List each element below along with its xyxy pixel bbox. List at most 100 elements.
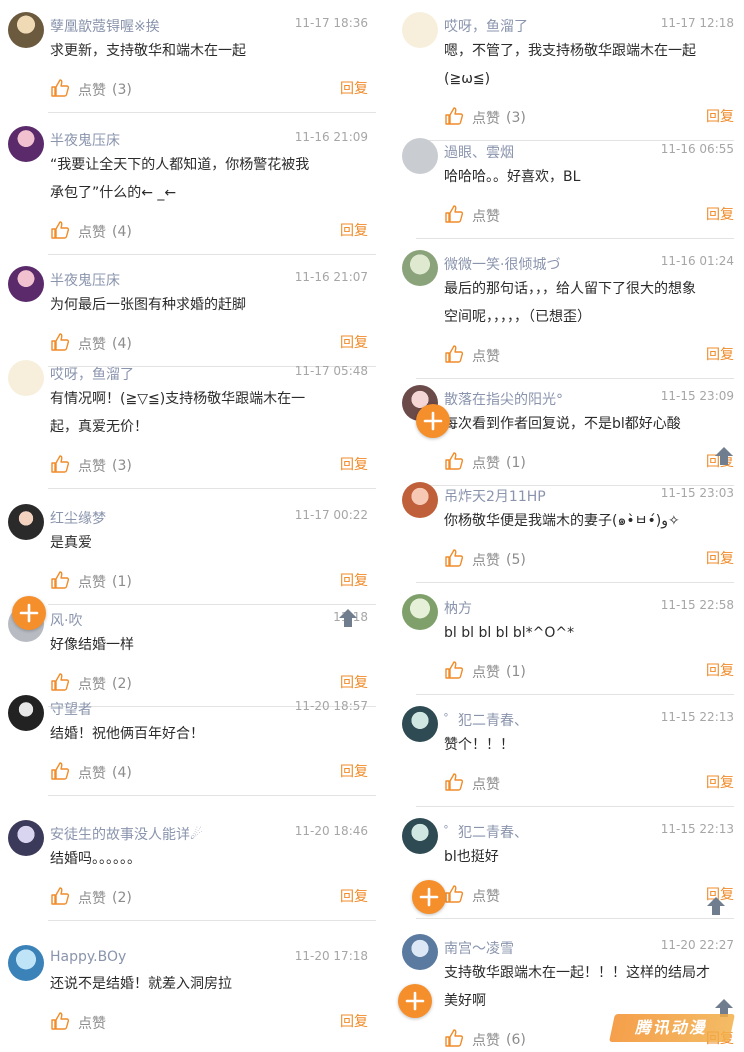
reply-button[interactable]: 回复 [340,761,368,781]
avatar[interactable] [8,12,44,48]
scroll-top-icon[interactable] [704,894,728,922]
like-button[interactable]: 点赞 [444,772,500,796]
comment-time: 11-20 18:57 [294,699,368,713]
comment-item: 孽凰歆蔻锝喔※挨 11-17 18:36 求更新，支持敬华和端木在一起 点赞 (3) 回复 [0,12,376,132]
username[interactable]: 枘方 [444,598,472,618]
comment-text: 最后的那句话，，，给人留下了很大的想象 [444,281,696,297]
reply-button[interactable]: 回复 [706,660,734,680]
avatar[interactable] [8,695,44,731]
like-button[interactable]: 点赞 [444,204,500,228]
reply-button[interactable]: 回复 [340,332,368,352]
reply-button[interactable]: 回复 [706,548,734,568]
username[interactable]: 過眼、雲烟 [444,142,514,162]
like-count: (2) [112,890,132,906]
reply-button[interactable]: 回复 [340,454,368,474]
avatar[interactable] [8,126,44,162]
like-button[interactable]: 点赞 (4) [50,220,132,244]
comment-text: 求更新，支持敬华和端木在一起 [50,43,246,59]
reply-button[interactable]: 回复 [706,772,734,792]
username[interactable]: 安徒生的故事没人能详☄ [50,824,203,844]
avatar[interactable] [402,482,438,518]
add-comment-button[interactable] [412,880,446,914]
avatar[interactable] [402,706,438,742]
comment-item: 枘方 11-15 22:58 bl bl bl bl bl*^O^* 点赞 (1) 回复 [386,594,744,714]
add-comment-button[interactable] [398,984,432,1018]
reply-button[interactable]: 回复 [340,886,368,906]
like-button[interactable]: 点赞 (1) [50,570,132,594]
like-label: 点赞 [78,225,106,241]
like-button[interactable]: 点赞 [444,344,500,368]
reply-button[interactable]: 回复 [340,672,368,692]
reply-button[interactable]: 回复 [340,78,368,98]
comment-item: 半夜鬼压床 11-16 21:09 “我要让全天下的人都知道，你杨警花被我 承包了”什… [0,126,376,246]
username[interactable]: 风·吹 [50,610,82,630]
reply-button[interactable]: 回复 [340,1011,368,1031]
avatar[interactable] [402,594,438,630]
like-button[interactable]: 点赞 (2) [50,886,132,910]
like-button[interactable]: 点赞 (4) [50,332,132,356]
avatar[interactable] [402,818,438,854]
like-count: (3) [112,82,132,98]
like-button[interactable]: 点赞 [444,884,500,908]
avatar[interactable] [402,138,438,174]
avatar[interactable] [8,504,44,540]
thumbs-up-icon [444,548,472,572]
comment-text: 嗯，不管了，我支持杨敬华跟端木在一起 [444,43,696,59]
avatar[interactable] [402,12,438,48]
avatar[interactable] [402,934,438,970]
username[interactable]: 半夜鬼压床 [50,130,120,150]
add-comment-button[interactable] [416,404,450,438]
username[interactable]: 孽凰歆蔻锝喔※挨 [50,16,160,36]
like-button[interactable]: 点赞 (4) [50,761,132,785]
like-label: 点赞 [472,349,500,365]
reply-button[interactable]: 回复 [706,106,734,126]
avatar[interactable] [8,945,44,981]
divider [48,604,376,605]
comment-time: 11-17 00:22 [294,508,368,522]
like-button[interactable]: 点赞 (1) [444,660,526,684]
like-button[interactable]: 点赞 (3) [50,78,132,102]
comment-text: bl bl bl bl bl*^O^* [444,625,575,641]
thumbs-up-icon [444,106,472,130]
username[interactable]: 守望者 [50,699,92,719]
scroll-top-icon[interactable] [336,606,360,634]
username[interactable]: 红尘缘梦 [50,508,106,528]
username[interactable]: 哎呀，鱼溜了 [50,364,134,384]
thumbs-up-icon [444,1028,472,1052]
username[interactable]: 吊炸天2月11HP [444,486,546,506]
reply-button[interactable]: 回复 [340,220,368,240]
thumbs-up-icon [50,78,78,102]
add-comment-button[interactable] [12,596,46,630]
like-count: (5) [506,552,526,568]
username[interactable]: 散落在指尖的阳光° [444,389,563,409]
scroll-top-icon[interactable] [712,444,736,472]
username[interactable]: ゜犯二青春、 [444,822,528,842]
like-button[interactable]: 点赞 (6) [444,1028,526,1052]
reply-button[interactable]: 回复 [706,344,734,364]
avatar[interactable] [402,250,438,286]
like-count: (4) [112,224,132,240]
username[interactable]: 半夜鬼压床 [50,270,120,290]
username[interactable]: ゜犯二青春、 [444,710,528,730]
avatar[interactable] [8,266,44,302]
username[interactable]: 哎呀，鱼溜了 [444,16,528,36]
username[interactable]: 微微一笑·很倾城づ [444,254,560,274]
username[interactable]: Happy.BOy [50,949,126,965]
comment-time: 11-16 21:07 [294,270,368,284]
comment-text: 你杨敬华便是我端木的妻子(๑•̀ㅂ•́)و✧ [444,513,680,529]
divider [416,378,734,379]
like-button[interactable]: 点赞 (2) [50,672,132,696]
avatar[interactable] [8,820,44,856]
like-button[interactable]: 点赞 (1) [444,451,526,475]
thumbs-up-icon [444,884,472,908]
reply-button[interactable]: 回复 [706,204,734,224]
username[interactable]: 南宫～凌雪 [444,938,514,958]
like-button[interactable]: 点赞 [50,1011,106,1035]
comment-text: 结婚！祝他俩百年好合！ [50,726,204,742]
like-button[interactable]: 点赞 (3) [444,106,526,130]
reply-button[interactable]: 回复 [340,570,368,590]
like-button[interactable]: 点赞 (5) [444,548,526,572]
like-button[interactable]: 点赞 (3) [50,454,132,478]
avatar[interactable] [8,360,44,396]
like-count: (4) [112,765,132,781]
